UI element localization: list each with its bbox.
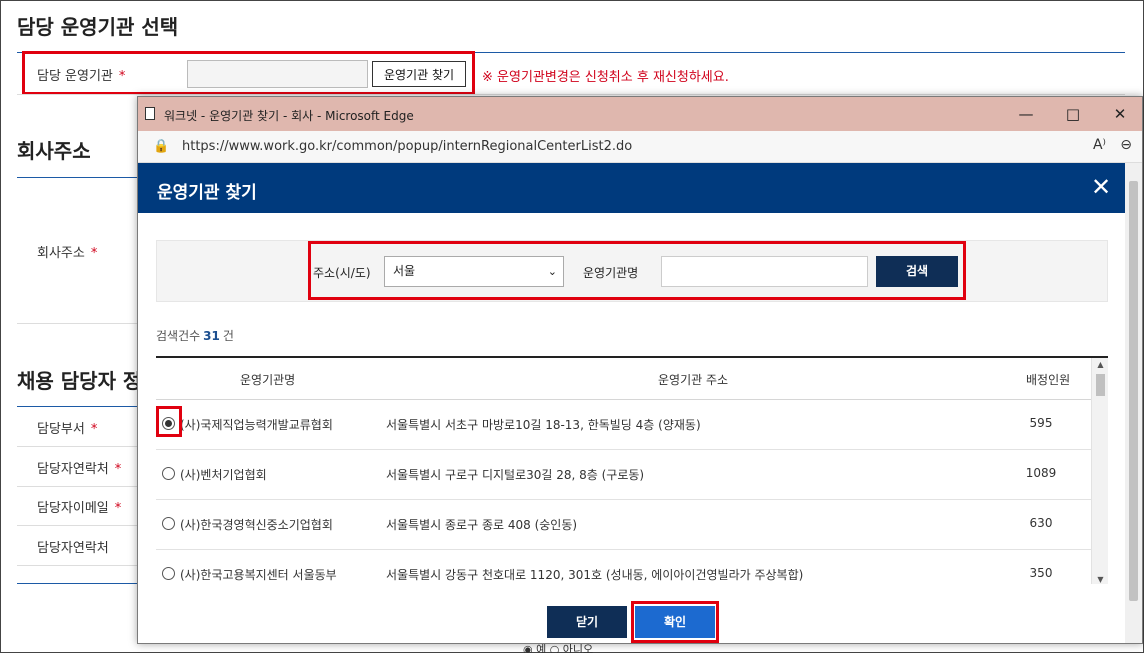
cell-agency-name: (사)국제직업능력개발교류협회: [180, 418, 333, 432]
popup-window: 워크넷 - 운영기관 찾기 - 회사 - Microsoft Edge — □ …: [137, 96, 1143, 644]
section-title-address: 회사주소: [17, 139, 91, 163]
radio-button[interactable]: [162, 417, 175, 430]
agency-field-label: 담당 운영기관 *: [37, 65, 125, 84]
result-count: 검색건수 31 건: [156, 327, 234, 344]
lock-icon: 🔒: [153, 139, 170, 154]
table-row[interactable]: (사)국제직업능력개발교류협회 서울특별시 서초구 마방로10길 18-13, …: [156, 400, 1091, 450]
contact-row-label: 담당자연락처 *: [37, 458, 121, 477]
section-divider: [17, 52, 1125, 53]
maximize-button[interactable]: □: [1051, 101, 1095, 127]
page-icon: [145, 107, 155, 120]
scroll-thumb[interactable]: [1129, 181, 1138, 601]
section-title-agency: 담당 운영기관 선택: [17, 15, 179, 39]
close-button[interactable]: 닫기: [547, 606, 627, 638]
radio-button[interactable]: [162, 567, 175, 580]
confirm-button[interactable]: 확인: [635, 606, 715, 638]
agency-label-text: 담당 운영기관: [37, 69, 113, 84]
count-prefix: 검색건수: [156, 329, 201, 343]
cell-assigned-count: 630: [1029, 516, 1053, 530]
required-mark: *: [118, 69, 126, 84]
contact-label-text: 담당자이메일: [37, 501, 109, 516]
sido-label: 주소(시/도): [313, 266, 371, 280]
cell-agency-address: 서울특별시 서초구 마방로10길 18-13, 한독빌딩 4층 (양재동): [386, 418, 701, 432]
cell-assigned-count: 350: [1029, 566, 1053, 580]
section-title-recruiter: 채용 담당자 정: [17, 369, 142, 393]
required-mark: *: [114, 462, 122, 477]
modal-title: 운영기관 찾기: [157, 183, 257, 203]
address-bar[interactable]: 🔒 https://www.work.go.kr/common/popup/in…: [138, 131, 1142, 163]
address-label-text: 회사주소: [37, 246, 85, 261]
sido-select[interactable]: 서울 ⌄: [384, 256, 564, 287]
cell-agency-name: (사)벤처기업협회: [180, 468, 267, 482]
row-divider: [17, 94, 1125, 95]
address-field-label: 회사주소 *: [37, 242, 97, 261]
modal-header: 운영기관 찾기 ✕: [138, 163, 1126, 213]
header-agency-address: 운영기관 주소: [658, 373, 729, 387]
cell-agency-name: (사)한국고용복지센터 서울동부: [180, 568, 337, 582]
agency-name-label: 운영기관명: [583, 266, 639, 280]
window-titlebar: 워크넷 - 운영기관 찾기 - 회사 - Microsoft Edge — □ …: [138, 97, 1142, 131]
table-scrollbar[interactable]: ▲ ▼: [1091, 358, 1108, 584]
zoom-out-icon[interactable]: ⊖: [1120, 137, 1132, 153]
contact-label-text: 담당부서: [37, 422, 85, 437]
url-text[interactable]: https://www.work.go.kr/common/popup/inte…: [182, 139, 632, 154]
sido-selected-value: 서울: [393, 264, 416, 278]
contact-label-text: 담당자연락처: [37, 462, 109, 477]
contact-row-label: 담당부서 *: [37, 418, 97, 437]
window-scrollbar[interactable]: [1125, 163, 1142, 643]
agency-table: 운영기관명 운영기관 주소 배정인원 (사)국제직업능력개발교류협회 서울특별시…: [156, 356, 1108, 584]
required-mark: *: [114, 501, 122, 516]
cell-agency-name: (사)한국경영혁신중소기업협회: [180, 518, 333, 532]
radio-button[interactable]: [162, 517, 175, 530]
agency-input[interactable]: [187, 60, 368, 88]
count-number: 31: [203, 329, 220, 343]
cell-agency-address: 서울특별시 강동구 천호대로 1120, 301호 (성내동, 에이아이건영빌라…: [386, 568, 804, 582]
scroll-thumb[interactable]: [1096, 374, 1105, 396]
table-row[interactable]: (사)한국경영혁신중소기업협회 서울특별시 종로구 종로 408 (숭인동) 6…: [156, 500, 1091, 550]
contact-row-label: 담당자연락처: [37, 537, 109, 556]
contact-label-text: 담당자연락처: [37, 541, 109, 556]
count-suffix: 건: [222, 329, 234, 343]
search-button[interactable]: 검색: [876, 256, 958, 287]
popup-content: 운영기관 찾기 ✕ 주소(시/도) 서울 ⌄ 운영기관명 검색 검색건수 31 건 …: [138, 163, 1126, 643]
search-panel: 주소(시/도) 서울 ⌄ 운영기관명 검색: [156, 240, 1108, 302]
table-row[interactable]: (사)벤처기업협회 서울특별시 구로구 디지털로30길 28, 8층 (구로동)…: [156, 450, 1091, 500]
contact-row-label: 담당자이메일 *: [37, 497, 121, 516]
cell-agency-address: 서울특별시 구로구 디지털로30길 28, 8층 (구로동): [386, 468, 645, 482]
window-close-button[interactable]: ✕: [1098, 101, 1142, 127]
cell-agency-address: 서울특별시 종로구 종로 408 (숭인동): [386, 518, 578, 532]
window-title: 워크넷 - 운영기관 찾기 - 회사 - Microsoft Edge: [164, 109, 414, 123]
required-mark: *: [90, 246, 98, 261]
scroll-up-icon[interactable]: ▲: [1092, 360, 1108, 369]
find-agency-button[interactable]: 운영기관 찾기: [372, 61, 466, 87]
header-assigned-count: 배정인원: [1026, 373, 1071, 387]
close-icon[interactable]: ✕: [1086, 173, 1116, 203]
scroll-down-icon[interactable]: ▼: [1092, 575, 1108, 584]
cell-assigned-count: 595: [1029, 416, 1053, 430]
header-agency-name: 운영기관명: [240, 373, 296, 387]
table-header: 운영기관명 운영기관 주소 배정인원: [156, 358, 1091, 400]
chevron-down-icon: ⌄: [547, 265, 557, 278]
minimize-button[interactable]: —: [1004, 101, 1048, 127]
radio-button[interactable]: [162, 467, 175, 480]
cell-assigned-count: 1089: [1025, 466, 1057, 480]
read-aloud-icon[interactable]: A⁾: [1093, 137, 1106, 153]
table-row[interactable]: (사)한국고용복지센터 서울동부 서울특별시 강동구 천호대로 1120, 30…: [156, 550, 1091, 584]
required-mark: *: [90, 422, 98, 437]
agency-change-warning: ※ 운영기관변경은 신청취소 후 재신청하세요.: [482, 70, 729, 85]
agency-name-input[interactable]: [661, 256, 868, 287]
